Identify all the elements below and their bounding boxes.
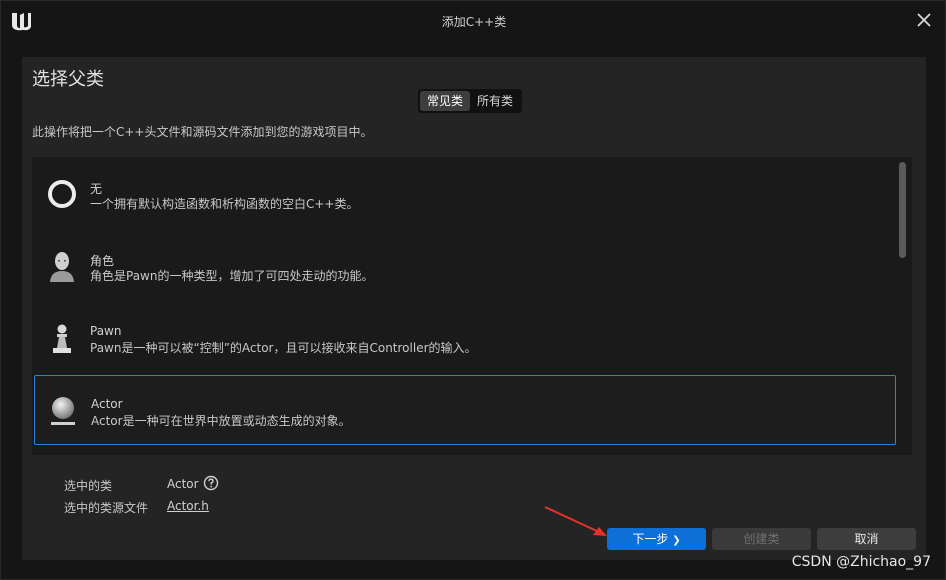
parent-class-list: 无 一个拥有默认构造函数和析构函数的空白C++类。 角色 角色是Pawn的一种类… [32, 157, 912, 455]
selected-source-label: 选中的类源文件 [64, 501, 149, 515]
class-description: 一个拥有默认构造函数和析构函数的空白C++类。 [90, 197, 359, 211]
page-title: 选择父类 [32, 69, 104, 90]
content-panel: 选择父类 常见类 所有类 此操作将把一个C++头文件和源码文件添加到您的游戏项目… [22, 57, 926, 560]
window-title: 添加C++类 [441, 15, 507, 29]
tab-all-classes[interactable]: 所有类 [470, 91, 520, 111]
ring-icon [48, 180, 76, 208]
class-description: 角色是Pawn的一种类型，增加了可四处走动的功能。 [90, 269, 374, 283]
selected-source-link[interactable]: Actor.h [167, 499, 209, 513]
chevron-right-icon: ❯ [672, 535, 681, 546]
class-item-actor[interactable]: Actor Actor是一种可在世界中放置或动态生成的对象。 [34, 375, 896, 445]
class-filter-tabs: 常见类 所有类 [418, 89, 523, 113]
watermark: CSDN @Zhichao_97 [791, 554, 931, 570]
class-description: Actor是一种可在世界中放置或动态生成的对象。 [91, 414, 351, 428]
list-scrollbar[interactable] [899, 162, 906, 258]
selected-class-label: 选中的类 [64, 479, 113, 493]
sphere-icon [51, 397, 75, 425]
help-icon[interactable] [203, 475, 219, 491]
close-icon[interactable] [915, 11, 933, 29]
add-cpp-class-dialog: 添加C++类 选择父类 常见类 所有类 此操作将把一个C++头文件和源码文件添加… [0, 0, 946, 580]
title-bar: 添加C++类 [1, 1, 946, 41]
class-item-none[interactable]: 无 一个拥有默认构造函数和析构函数的空白C++类。 [34, 159, 896, 229]
dialog-description: 此操作将把一个C++头文件和源码文件添加到您的游戏项目中。 [32, 125, 373, 139]
annotation-arrow-icon [544, 506, 607, 536]
class-name: Pawn [90, 324, 122, 338]
tab-common-classes[interactable]: 常见类 [420, 91, 471, 111]
class-item-character[interactable]: 角色 角色是Pawn的一种类型，增加了可四处走动的功能。 [34, 231, 896, 301]
next-button-label: 下一步 [632, 532, 669, 546]
character-head-icon [50, 252, 74, 282]
create-class-button[interactable]: 创建类 [712, 528, 811, 550]
class-name: Actor [91, 397, 123, 411]
selected-class-value: Actor [167, 477, 199, 491]
class-item-pawn[interactable]: Pawn Pawn是一种可以被“控制”的Actor，且可以接收来自Control… [34, 303, 896, 373]
class-description: Pawn是一种可以被“控制”的Actor，且可以接收来自Controller的输… [90, 341, 477, 355]
pawn-icon [53, 324, 71, 353]
cancel-button[interactable]: 取消 [817, 528, 916, 550]
next-button[interactable]: 下一步 ❯ [607, 528, 706, 550]
